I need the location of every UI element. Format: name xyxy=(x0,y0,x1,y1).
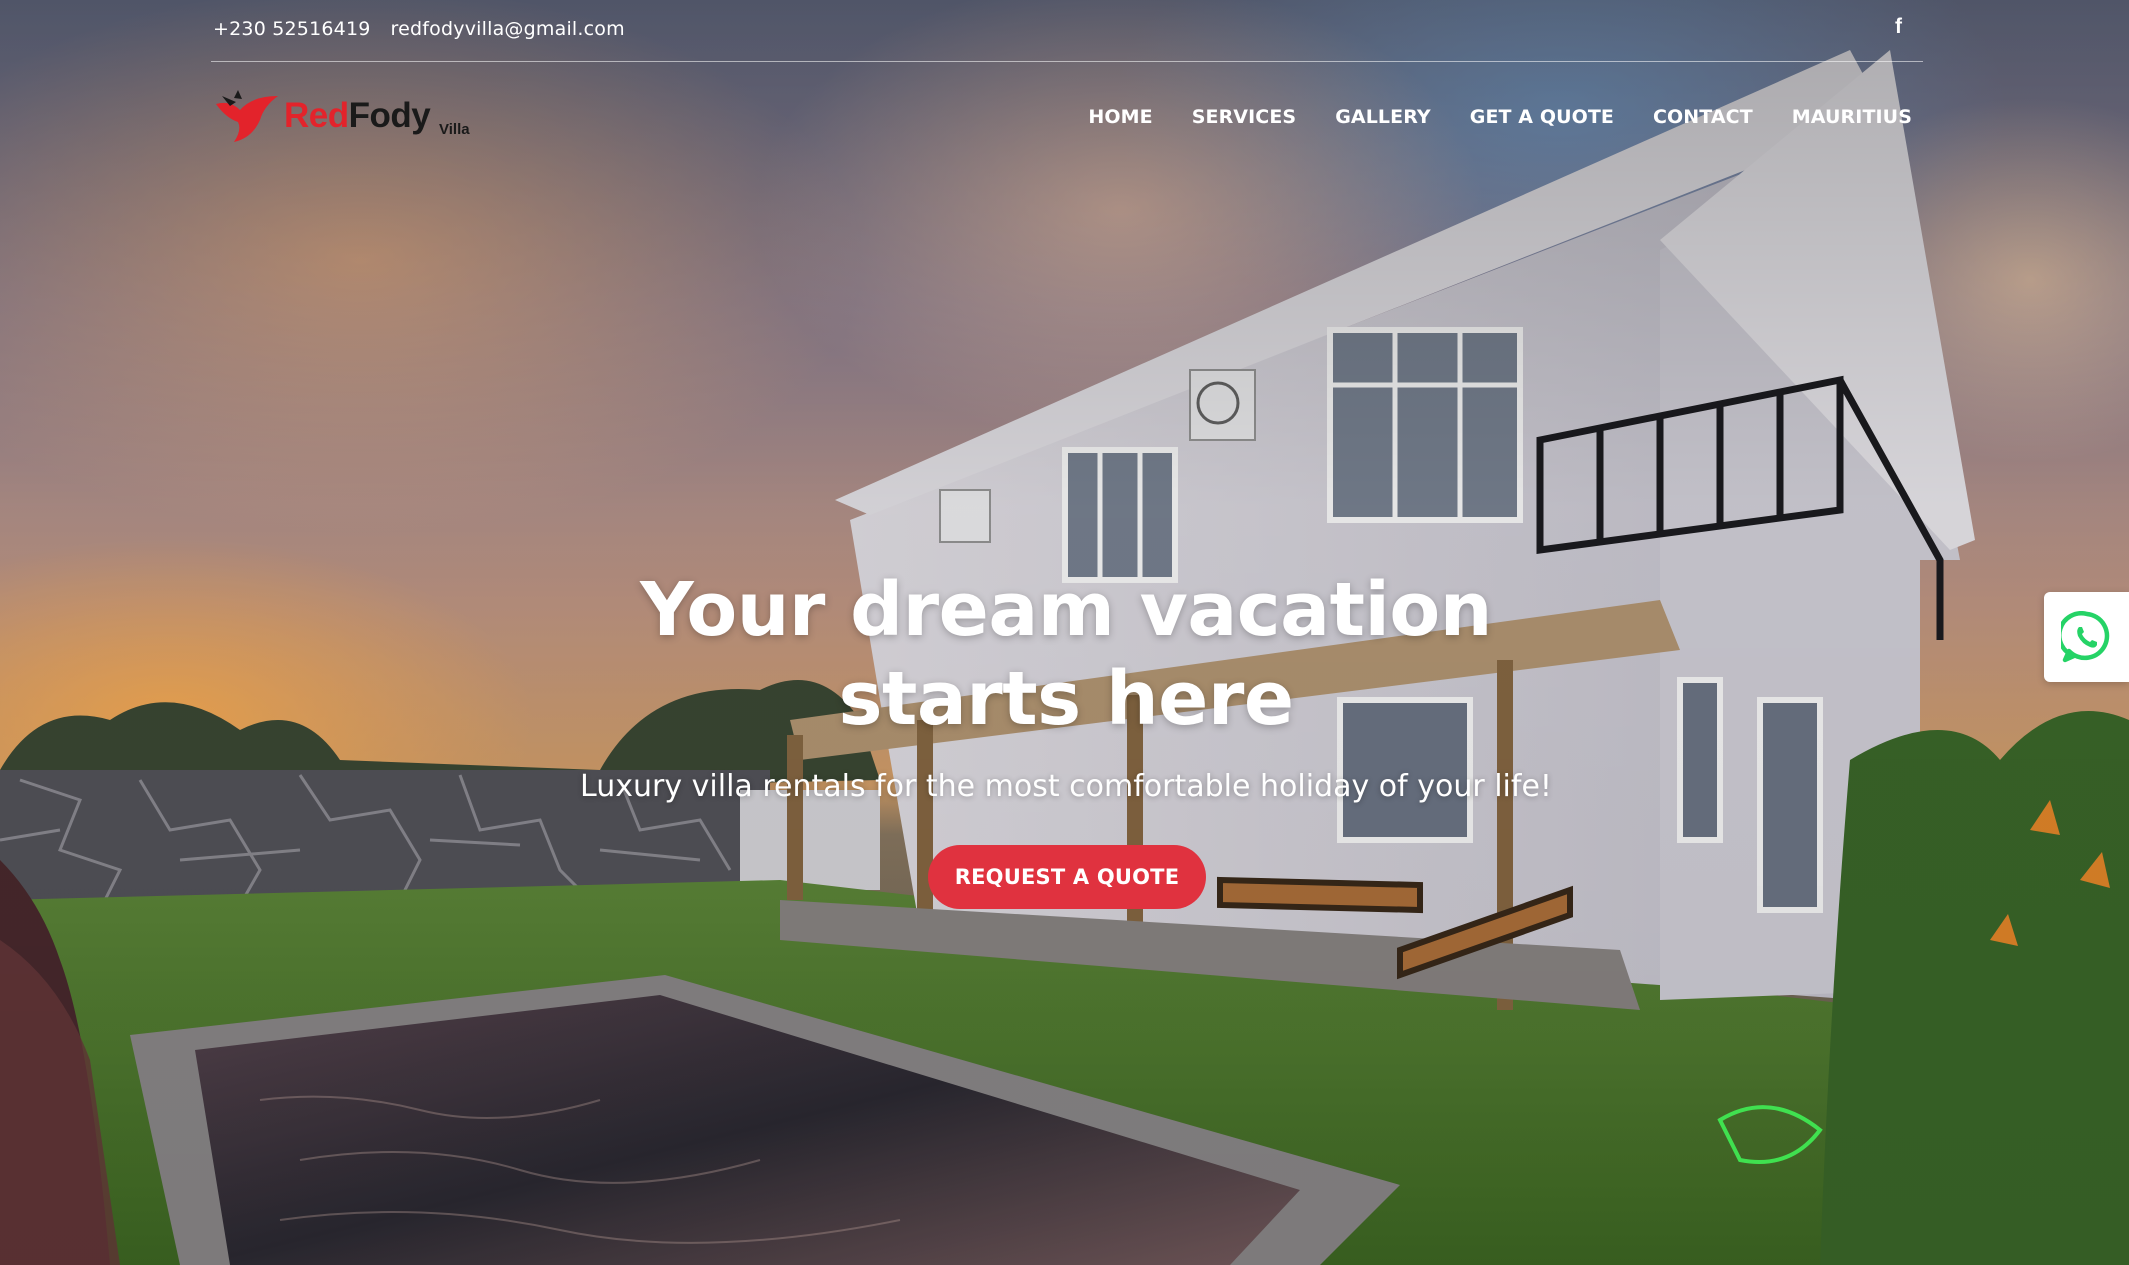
nav-item-gallery[interactable]: GALLERY xyxy=(1335,106,1431,128)
logo-dark-text: Fody xyxy=(348,96,431,135)
logo-wordmark: RedFody xyxy=(284,96,431,136)
whatsapp-icon xyxy=(2060,611,2109,663)
nav-item-get-a-quote[interactable]: GET A QUOTE xyxy=(1470,106,1614,128)
hero-section: +230 52516419 redfodyvilla@gmail.com f R… xyxy=(0,0,2129,1265)
nav-item-home[interactable]: HOME xyxy=(1088,106,1152,128)
logo-villa-text: Villa xyxy=(439,121,470,138)
logo-red-text: Red xyxy=(284,96,349,135)
contact-info: +230 52516419 redfodyvilla@gmail.com xyxy=(213,18,625,40)
hero-title-line1: Your dream vacation xyxy=(640,567,1492,653)
phone-number[interactable]: +230 52516419 xyxy=(213,18,371,40)
hero-subtitle: Luxury villa rentals for the most comfor… xyxy=(580,769,1552,804)
nav-item-mauritius[interactable]: MAURITIUS xyxy=(1792,106,1912,128)
bird-logo-icon xyxy=(216,90,278,142)
hero-title-line2: starts here xyxy=(838,656,1294,742)
main-nav: HOME SERVICES GALLERY GET A QUOTE CONTAC… xyxy=(1088,106,1912,128)
facebook-icon[interactable]: f xyxy=(1895,16,1911,38)
nav-item-services[interactable]: SERVICES xyxy=(1192,106,1296,128)
nav-item-contact[interactable]: CONTACT xyxy=(1653,106,1753,128)
top-contact-bar: +230 52516419 redfodyvilla@gmail.com f xyxy=(211,0,1923,62)
site-logo[interactable]: RedFody Villa xyxy=(212,88,482,150)
hero-title: Your dream vacation starts here xyxy=(566,566,1566,744)
whatsapp-float-button[interactable] xyxy=(2044,592,2129,682)
email-address[interactable]: redfodyvilla@gmail.com xyxy=(391,18,625,40)
request-quote-button[interactable]: REQUEST A QUOTE xyxy=(928,845,1206,909)
